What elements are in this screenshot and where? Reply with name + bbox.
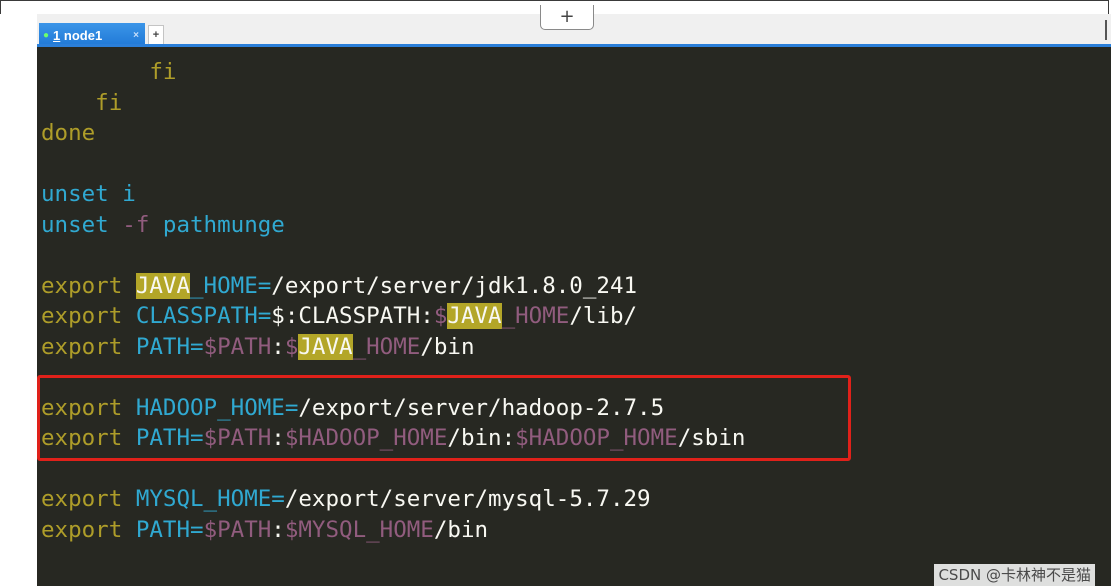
terminal-line: done — [41, 118, 745, 149]
code-token: export — [41, 516, 136, 543]
terminal-line: export PATH=$PATH:$JAVA_HOME/bin — [41, 332, 745, 363]
code-token: /bin — [433, 516, 489, 543]
code-token: PATH= — [135, 333, 204, 360]
connected-status-icon: ● — [43, 29, 50, 41]
search-match: JAVA — [135, 272, 191, 299]
code-token: -f — [122, 211, 150, 238]
code-token: MYSQL_HOME= — [135, 486, 285, 512]
code-token: /export/server/mysql-5.7.29 — [284, 486, 651, 512]
watermark: CSDN @卡林神不是猫 — [934, 564, 1095, 586]
code-token: export — [41, 272, 136, 299]
code-token: done — [41, 120, 96, 146]
code-token: export — [41, 486, 136, 512]
code-token: PATH= — [135, 516, 204, 543]
terminal-line: unset i — [41, 179, 745, 210]
code-token: $ — [284, 333, 299, 360]
code-token: : — [271, 516, 285, 543]
terminal-line: export CLASSPATH=$:CLASSPATH:$JAVA_HOME/… — [41, 301, 745, 332]
code-token: _HOME= — [190, 272, 272, 299]
terminal-line: export JAVA_HOME=/export/server/jdk1.8.0… — [41, 271, 745, 302]
code-token: $ — [433, 303, 448, 329]
terminal-line: fi — [41, 88, 745, 119]
terminal-pane[interactable]: fi fi done unset i unset -f pathmunge expo… — [37, 47, 1111, 575]
tab-label: 1 node1 — [53, 28, 102, 43]
new-tab-button[interactable]: + — [148, 25, 164, 45]
code-token: export — [41, 303, 136, 329]
search-match: JAVA — [298, 333, 353, 360]
tab-name: node1 — [60, 27, 103, 43]
terminal-output: fi fi done unset i unset -f pathmunge expo… — [41, 57, 745, 545]
code-token: : — [271, 333, 285, 360]
code-token: i — [122, 181, 136, 207]
terminal-line: fi — [41, 57, 745, 88]
code-token: fi — [41, 59, 177, 85]
code-token: /lib/ — [569, 303, 638, 329]
terminal-line: export MYSQL_HOME=/export/server/mysql-5… — [41, 484, 745, 515]
code-token: unset — [41, 211, 123, 238]
code-token: $PATH — [203, 333, 272, 360]
code-token: _HOME — [352, 333, 421, 360]
window-edge-divider — [1105, 20, 1107, 40]
terminal-line: export PATH=$PATH:$MYSQL_HOME/bin — [41, 515, 745, 546]
code-token: /export/server/jdk1.8.0_241 — [271, 272, 638, 299]
code-token: pathmunge — [149, 211, 285, 238]
code-token: CLASSPATH= — [135, 303, 272, 329]
terminal-line: unset -f pathmunge — [41, 210, 745, 241]
code-token: $MYSQL_HOME — [284, 516, 434, 543]
code-token: $PATH — [203, 516, 272, 543]
code-token: export — [41, 333, 136, 360]
annotation-highlight-box — [37, 375, 851, 461]
search-match: JAVA — [447, 303, 502, 329]
code-token: _HOME — [501, 303, 570, 329]
code-token: /bin — [420, 333, 475, 360]
tab-close-icon[interactable]: × — [133, 30, 139, 41]
add-pane-button[interactable]: + — [540, 5, 594, 30]
code-token: unset — [41, 181, 123, 207]
code-token: fi — [41, 89, 123, 116]
code-token: $:CLASSPATH: — [271, 303, 434, 329]
